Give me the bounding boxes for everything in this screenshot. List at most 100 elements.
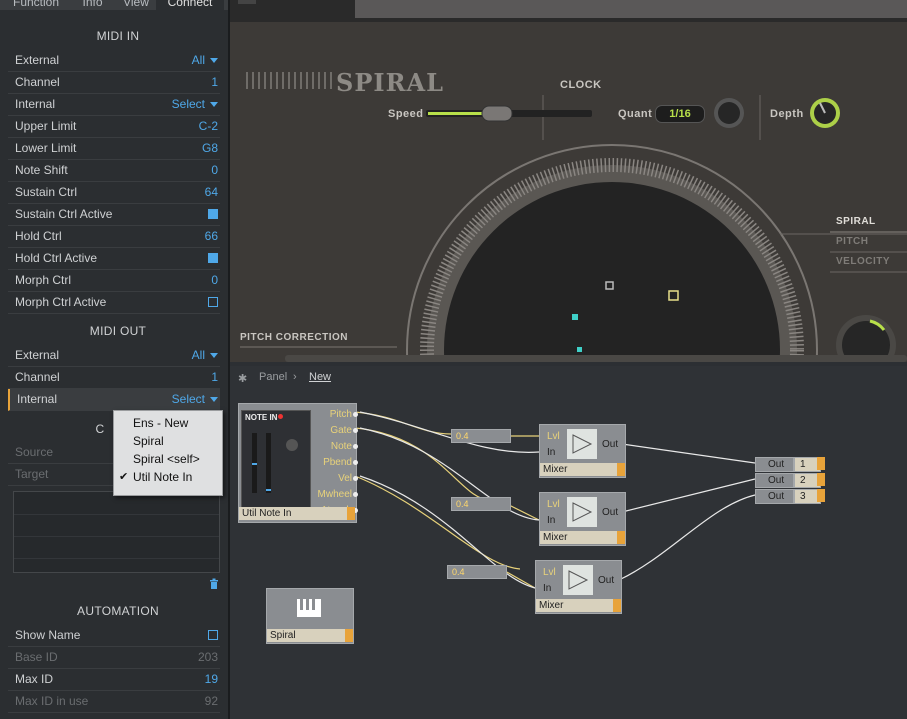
note-in-port-mwheel[interactable]: Mwheel xyxy=(318,489,352,500)
midi-in-value: C-2 xyxy=(199,119,218,133)
mixer-port-in[interactable]: In xyxy=(547,515,555,526)
port-dot-icon[interactable] xyxy=(353,412,358,417)
value-text: 19 xyxy=(204,672,218,686)
mixer-level-value[interactable]: 0.4 xyxy=(451,429,511,443)
mixer-module[interactable]: Lvl In Out Mixer xyxy=(539,492,626,546)
automation-row-base-id[interactable]: Base ID 203 xyxy=(8,647,220,669)
midi-in-label: External xyxy=(15,53,60,67)
tab-function[interactable]: Function xyxy=(6,0,66,10)
mixer-port-in[interactable]: In xyxy=(543,583,551,594)
midi-out-value[interactable]: All xyxy=(192,348,218,362)
port-dot-icon[interactable] xyxy=(353,428,358,433)
port-dot-icon[interactable] xyxy=(353,460,358,465)
quant-knob[interactable] xyxy=(714,98,744,128)
port-dot-icon[interactable] xyxy=(353,444,358,449)
checkbox-unchecked[interactable] xyxy=(208,297,218,307)
automation-row-max-id[interactable]: Max ID 19 xyxy=(8,669,220,691)
tab-info[interactable]: Info xyxy=(70,0,115,10)
checkbox-unchecked[interactable] xyxy=(208,630,218,640)
quant-value-display[interactable]: 1/16 xyxy=(655,105,705,123)
note-in-port-gate[interactable]: Gate xyxy=(330,425,352,436)
spiral-module[interactable]: Spiral xyxy=(266,588,354,644)
connection-list[interactable] xyxy=(13,491,220,573)
menu-item-ens-new[interactable]: Ens - New xyxy=(114,414,222,432)
depth-knob[interactable] xyxy=(810,98,840,128)
menu-item-util-note-in[interactable]: ✔ Util Note In xyxy=(114,468,222,486)
output-arrow-icon[interactable] xyxy=(817,473,825,486)
midi-in-row-internal[interactable]: Internal Select xyxy=(8,94,220,116)
mixer-arrow-icon[interactable] xyxy=(613,599,621,612)
mode-pitch[interactable]: PITCH xyxy=(836,236,869,247)
midi-in-row-hold-ctrl-active[interactable]: Hold Ctrl Active xyxy=(8,248,220,270)
midi-out-row-internal[interactable]: Internal Select xyxy=(8,389,220,411)
midi-in-row-morph-ctrl[interactable]: Morph Ctrl 0 xyxy=(8,270,220,292)
mode-spiral[interactable]: SPIRAL xyxy=(836,216,876,227)
value-text: Select xyxy=(171,97,205,111)
tab-connect[interactable]: Connect xyxy=(156,0,224,10)
checkbox-checked[interactable] xyxy=(208,253,218,263)
mixer-port-out[interactable]: Out xyxy=(602,507,618,518)
mixer-port-lvl[interactable]: Lvl xyxy=(547,431,560,442)
note-in-arrow-icon[interactable] xyxy=(347,507,355,520)
midi-in-row-external[interactable]: External All xyxy=(8,50,220,72)
speed-label: Speed xyxy=(388,108,424,120)
midi-in-row-sustain-ctrl-active[interactable]: Sustain Ctrl Active xyxy=(8,204,220,226)
automation-row-show-name[interactable]: Show Name xyxy=(8,625,220,647)
depth-label: Depth xyxy=(770,108,804,120)
midi-out-row-channel[interactable]: Channel 1 xyxy=(8,367,220,389)
output-port[interactable]: Out xyxy=(755,457,794,472)
midi-in-row-sustain-ctrl[interactable]: Sustain Ctrl 64 xyxy=(8,182,220,204)
mixer-port-lvl[interactable]: Lvl xyxy=(547,499,560,510)
mixer-port-lvl[interactable]: Lvl xyxy=(543,567,556,578)
mixer-arrow-icon[interactable] xyxy=(617,463,625,476)
menu-item-spiral-self-[interactable]: Spiral <self> xyxy=(114,450,222,468)
mixer-level-value[interactable]: 0.4 xyxy=(451,497,511,511)
note-in-module[interactable]: NOTE IN PitchGateNotePbendVelMwheelAtouc… xyxy=(238,403,358,523)
midi-in-value[interactable]: Select xyxy=(172,97,218,111)
midi-in-row-note-shift[interactable]: Note Shift 0 xyxy=(8,160,220,182)
midi-out-value[interactable]: Select xyxy=(172,392,218,406)
mixer-module[interactable]: Lvl In Out Mixer xyxy=(539,424,626,478)
note-in-port-pitch[interactable]: Pitch xyxy=(330,409,352,420)
midi-in-value: 1 xyxy=(211,75,218,89)
output-arrow-icon[interactable] xyxy=(817,489,825,502)
midi-out-row-external[interactable]: External All xyxy=(8,345,220,367)
record-indicator-icon xyxy=(278,414,283,419)
mixer-port-out[interactable]: Out xyxy=(598,575,614,586)
mixer-module[interactable]: Lvl In Out Mixer xyxy=(535,560,622,614)
mixer-label: Mixer xyxy=(536,599,613,612)
spiral-module-arrow-icon[interactable] xyxy=(345,629,353,642)
output-port[interactable]: Out xyxy=(755,489,794,504)
midi-in-label: Note Shift xyxy=(15,163,68,177)
value-text: 0 xyxy=(211,163,218,177)
midi-in-row-hold-ctrl[interactable]: Hold Ctrl 66 xyxy=(8,226,220,248)
mixer-arrow-icon[interactable] xyxy=(617,531,625,544)
automation-row-max-id-in-use[interactable]: Max ID in use 92 xyxy=(8,691,220,713)
menu-item-spiral[interactable]: Spiral xyxy=(114,432,222,450)
horizontal-scrollbar[interactable] xyxy=(285,355,907,362)
checkbox-checked[interactable] xyxy=(208,209,218,219)
note-in-port-vel[interactable]: Vel xyxy=(338,473,352,484)
spiral-logo: SPIRAL xyxy=(336,68,445,97)
mode-velocity[interactable]: VELOCITY xyxy=(836,256,890,267)
mixer-port-in[interactable]: In xyxy=(547,447,555,458)
speed-slider[interactable] xyxy=(426,106,592,121)
mixer-port-out[interactable]: Out xyxy=(602,439,618,450)
note-in-port-note[interactable]: Note xyxy=(331,441,352,452)
output-arrow-icon[interactable] xyxy=(817,457,825,470)
chevron-down-icon xyxy=(210,58,218,64)
midi-in-value[interactable]: All xyxy=(192,53,218,67)
midi-in-row-morph-ctrl-active[interactable]: Morph Ctrl Active xyxy=(8,292,220,314)
midi-in-row-lower-limit[interactable]: Lower Limit G8 xyxy=(8,138,220,160)
note-in-port-pbend[interactable]: Pbend xyxy=(323,457,352,468)
tab-view[interactable]: View xyxy=(118,0,154,10)
midi-in-row-channel[interactable]: Channel 1 xyxy=(8,72,220,94)
value-text: 203 xyxy=(197,650,218,664)
mixer-level-value[interactable]: 0.4 xyxy=(447,565,507,579)
port-dot-icon[interactable] xyxy=(353,492,358,497)
midi-in-row-upper-limit[interactable]: Upper Limit C-2 xyxy=(8,116,220,138)
port-dot-icon[interactable] xyxy=(353,476,358,481)
midi-in-value: 0 xyxy=(211,163,218,177)
output-port[interactable]: Out xyxy=(755,473,794,488)
trash-icon[interactable] xyxy=(209,576,219,589)
